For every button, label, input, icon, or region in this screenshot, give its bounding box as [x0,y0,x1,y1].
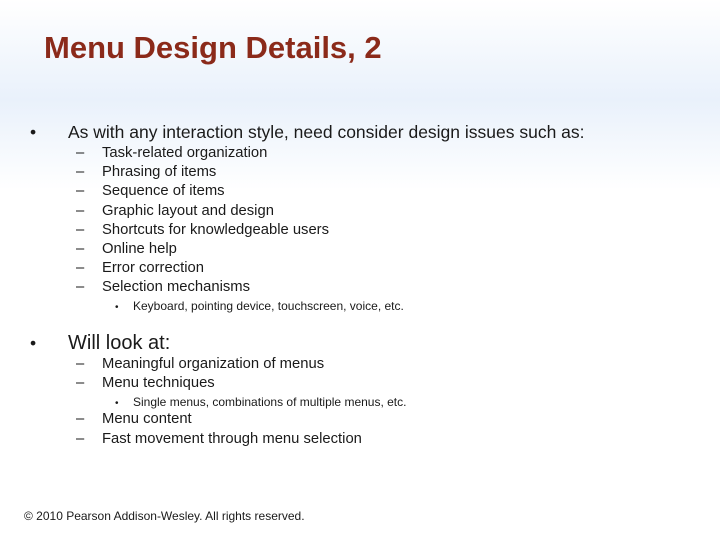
sub-list-item-text: Single menus, combinations of multiple m… [133,395,407,409]
dash-marker: – [76,183,85,199]
list-item-text: Menu content [102,411,192,427]
dash-marker: – [76,356,85,372]
list-item: – Selection mechanisms [76,279,250,295]
list-item: – Menu content [76,411,192,427]
list-item: – Fast movement through menu selection [76,431,362,447]
bullet-text: As with any interaction style, need cons… [68,122,585,142]
list-item: – Graphic layout and design [76,203,274,219]
list-item-text: Task-related organization [102,145,268,161]
sub-list-item: • Single menus, combinations of multiple … [115,395,406,409]
list-item: – Meaningful organization of menus [76,356,324,372]
list-item-text: Meaningful organization of menus [102,356,325,372]
list-item: – Task-related organization [76,145,267,161]
bullet-marker: • [30,333,37,353]
dash-marker: – [76,260,85,276]
list-item: – Sequence of items [76,183,225,199]
list-item-text: Online help [102,241,177,257]
dash-marker: – [76,222,85,238]
list-item: – Shortcuts for knowledgeable users [76,222,329,238]
dash-marker: – [76,241,85,257]
dash-marker: – [76,375,85,391]
list-item: – Error correction [76,260,204,276]
dash-marker: – [76,164,85,180]
bullet-will-look-at: • Will look at: [30,332,170,355]
copyright-footer: © 2010 Pearson Addison-Wesley. All right… [24,509,305,523]
dash-marker: – [76,203,85,219]
dash-marker: – [76,431,85,447]
bullet-marker: • [30,122,37,142]
dash-marker: – [76,279,85,295]
list-item-text: Error correction [102,260,204,276]
sub-list-item: • Keyboard, pointing device, touchscreen,… [115,299,404,313]
list-item: – Phrasing of items [76,164,216,180]
list-item: – Menu techniques [76,375,215,391]
list-item-text: Fast movement through menu selection [102,431,362,447]
slide-title: Menu Design Details, 2 [44,30,382,65]
dash-marker: – [76,145,85,161]
list-item-text: Sequence of items [102,183,225,199]
list-item-text: Menu techniques [102,375,215,391]
sub-bullet-marker: • [115,302,119,313]
dash-marker: – [76,411,85,427]
list-item-text: Phrasing of items [102,164,217,180]
sub-list-item-text: Keyboard, pointing device, touchscreen, … [133,299,404,313]
bullet-design-issues: • As with any interaction style, need con… [30,122,585,143]
sub-bullet-marker: • [115,398,119,409]
list-item-text: Graphic layout and design [102,203,274,219]
list-item-text: Selection mechanisms [102,279,251,295]
list-item: – Online help [76,241,177,257]
list-item-text: Shortcuts for knowledgeable users [102,222,330,238]
bullet-text: Will look at: [68,332,171,354]
